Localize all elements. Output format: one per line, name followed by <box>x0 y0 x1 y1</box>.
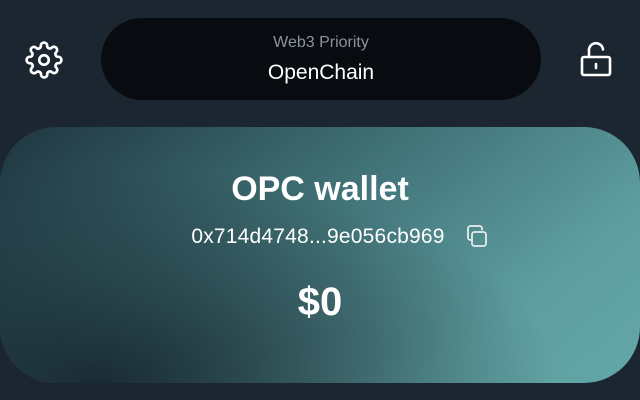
lock-button[interactable] <box>576 38 616 82</box>
settings-button[interactable] <box>24 38 64 82</box>
unlock-icon <box>580 42 612 77</box>
wallet-title: OPC wallet <box>231 170 409 208</box>
wallet-card: OPC wallet 0x714d4748...9e056cb969 $0 <box>0 127 640 383</box>
wallet-balance: $0 <box>297 280 343 324</box>
network-name: OpenChain <box>267 60 375 84</box>
copy-address-button[interactable] <box>463 223 491 251</box>
network-subtitle: Web3 Priority <box>273 33 369 51</box>
copy-icon <box>466 225 487 247</box>
network-selector[interactable]: Web3 Priority OpenChain <box>101 18 541 100</box>
gear-icon <box>25 41 63 79</box>
address-row: 0x714d4748...9e056cb969 <box>0 223 640 251</box>
wallet-screen: Web3 Priority OpenChain OPC wallet 0x714… <box>0 0 640 400</box>
wallet-address: 0x714d4748...9e056cb969 <box>191 225 445 248</box>
